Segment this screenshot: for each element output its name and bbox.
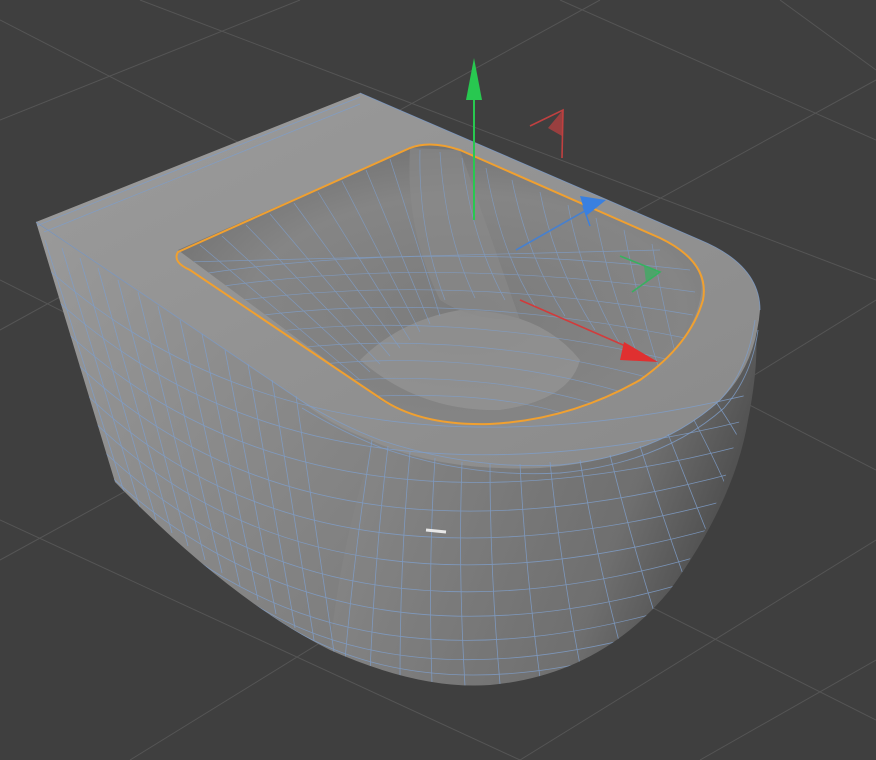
plane-handle-xy[interactable] xyxy=(529,108,564,159)
mesh-vertex-marker xyxy=(425,528,447,534)
mesh-object[interactable] xyxy=(35,92,761,686)
y-axis-arrow-icon[interactable] xyxy=(466,58,482,100)
3d-viewport[interactable] xyxy=(0,0,876,760)
